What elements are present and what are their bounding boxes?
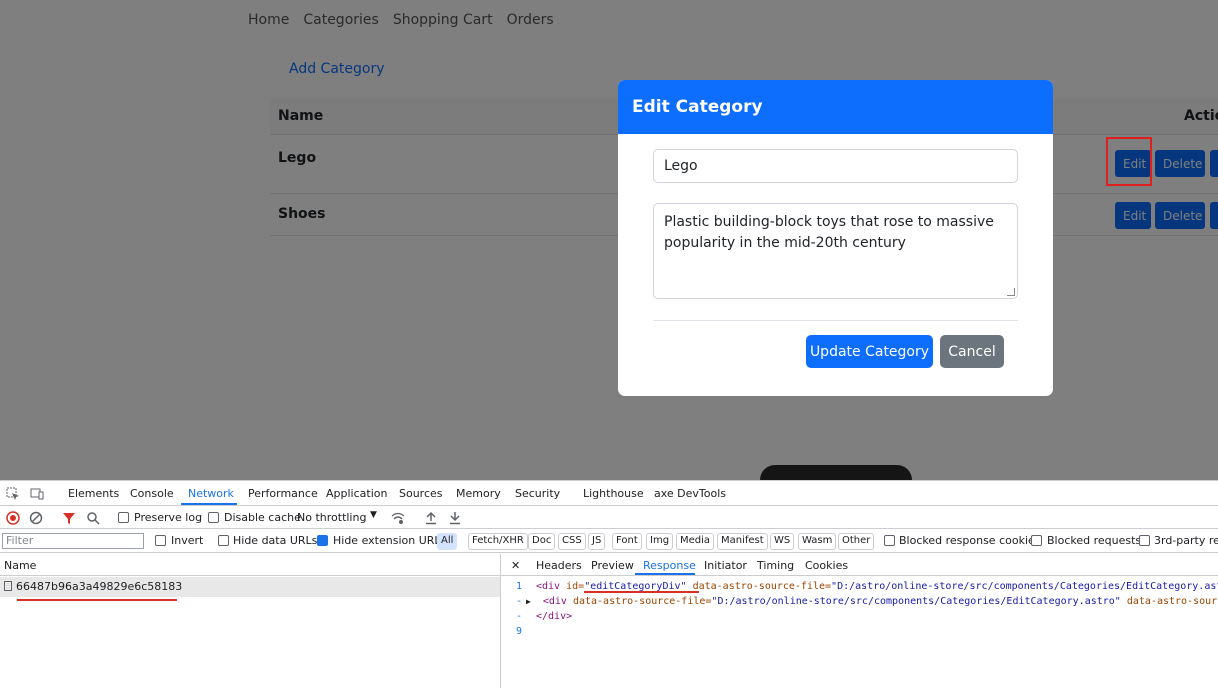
inspect-element-icon[interactable]: [6, 487, 20, 501]
blocked-response-cookies-label: Blocked response cookies: [899, 534, 1041, 547]
third-party-requests-checkbox[interactable]: [1139, 535, 1150, 546]
network-toolbar: Preserve log Disable cache No throttling…: [0, 507, 1218, 529]
blocked-response-cookies-checkbox[interactable]: [884, 535, 895, 546]
update-category-button[interactable]: Update Category: [806, 335, 933, 368]
device-toolbar-icon[interactable]: [30, 487, 44, 501]
import-har-icon[interactable]: [424, 511, 438, 525]
active-tab-indicator: [181, 503, 237, 505]
tab-sources[interactable]: Sources: [399, 487, 443, 500]
line-number: 9: [515, 626, 522, 637]
chip-css[interactable]: CSS: [558, 533, 586, 550]
close-icon[interactable]: ✕: [511, 559, 520, 572]
tab-application[interactable]: Application: [326, 487, 387, 500]
tab-elements[interactable]: Elements: [68, 487, 119, 500]
filter-input[interactable]: Filter: [2, 533, 144, 549]
preserve-log-label: Preserve log: [134, 511, 203, 524]
code-tag: <div: [536, 581, 561, 592]
tab-axe-devtools[interactable]: axe DevTools: [654, 487, 726, 500]
tab-response[interactable]: Response: [643, 559, 696, 572]
export-har-icon[interactable]: [448, 511, 462, 525]
document-icon: [4, 581, 12, 591]
disable-cache-label: Disable cache: [224, 511, 301, 524]
code-line: - ▶ <div data-astro-source-file="D:/astro/…: [502, 594, 1218, 609]
code-line: - </div>: [502, 609, 1218, 624]
tab-initiator[interactable]: Initiator: [704, 559, 747, 572]
invert-checkbox[interactable]: [155, 535, 166, 546]
chip-manifest[interactable]: Manifest: [717, 533, 768, 550]
modal-title: Edit Category: [618, 80, 1053, 134]
chip-media[interactable]: Media: [676, 533, 715, 550]
tab-preview[interactable]: Preview: [591, 559, 634, 572]
throttling-select[interactable]: No throttling: [297, 511, 366, 524]
code-attr: data-astro-sour: [1120, 596, 1218, 607]
hide-data-urls-label: Hide data URLs: [233, 534, 318, 547]
blocked-requests-label: Blocked requests: [1047, 534, 1142, 547]
resize-handle-icon[interactable]: [1007, 288, 1015, 296]
chip-fetch-xhr[interactable]: Fetch/XHR: [468, 533, 528, 550]
code-attr: data-astro-source-file=: [686, 581, 832, 592]
filter-bar: Filter Invert Hide data URLs Hide extens…: [0, 530, 1218, 553]
description-text: Plastic building-block toys that rose to…: [664, 214, 994, 251]
disable-cache-checkbox[interactable]: [208, 512, 219, 523]
request-row[interactable]: 66487b96a3a49829e6c58183: [0, 577, 500, 597]
tab-network[interactable]: Network: [188, 487, 234, 500]
filter-icon[interactable]: [62, 511, 76, 525]
code-line: 9: [502, 624, 1218, 639]
blocked-requests-checkbox[interactable]: [1031, 535, 1042, 546]
code-tag: </div>: [536, 611, 573, 622]
app-page: Home Categories Shopping Cart Orders Add…: [0, 0, 1218, 480]
hide-extension-urls-checkbox[interactable]: [317, 535, 328, 546]
tab-cookies[interactable]: Cookies: [805, 559, 848, 572]
hide-data-urls-checkbox[interactable]: [218, 535, 229, 546]
devtools-tabs: Elements Console Network Performance App…: [0, 481, 1218, 506]
code-tag: <div: [542, 596, 567, 607]
tab-timing[interactable]: Timing: [757, 559, 794, 572]
line-number: -: [515, 611, 522, 622]
cancel-button[interactable]: Cancel: [940, 335, 1004, 368]
network-conditions-icon[interactable]: [391, 511, 405, 525]
active-response-tab-indicator: [635, 573, 695, 575]
chip-ws[interactable]: WS: [770, 533, 795, 550]
tab-lighthouse[interactable]: Lighthouse: [583, 487, 644, 500]
third-party-requests-label: 3rd-party requ: [1154, 534, 1218, 547]
request-name: 66487b96a3a49829e6c58183: [16, 580, 183, 593]
chip-doc[interactable]: Doc: [528, 533, 556, 550]
chip-wasm[interactable]: Wasm: [798, 533, 837, 550]
hide-extension-urls-label: Hide extension URLs: [333, 534, 447, 547]
code-value: "D:/astro/online-store/src/components/Ca…: [831, 581, 1218, 592]
tab-security[interactable]: Security: [515, 487, 560, 500]
code-value: "D:/astro/online-store/src/components/Ca…: [711, 596, 1121, 607]
category-name-input[interactable]: Lego: [653, 149, 1018, 183]
line-number: 1: [515, 581, 522, 592]
modal-divider: [653, 320, 1018, 321]
tab-headers[interactable]: Headers: [536, 559, 582, 572]
tab-performance[interactable]: Performance: [248, 487, 318, 500]
code-attr: data-astro-source-file=: [566, 596, 712, 607]
annotation-underline: [584, 591, 699, 593]
chevron-down-icon[interactable]: ▼: [370, 510, 377, 520]
highlight-box: [1106, 137, 1152, 186]
response-code: 1 <div id="editCategoryDiv" data-astro-so…: [502, 579, 1218, 639]
record-stop-icon[interactable]: [6, 511, 20, 525]
chip-img[interactable]: Img: [646, 533, 674, 550]
chip-js[interactable]: JS: [588, 533, 606, 550]
invert-label: Invert: [171, 534, 204, 547]
devtools-panel: Elements Console Network Performance App…: [0, 480, 1218, 688]
chip-font[interactable]: Font: [612, 533, 642, 550]
chip-other[interactable]: Other: [838, 533, 875, 550]
chip-all[interactable]: All: [437, 533, 458, 550]
edit-category-modal: Edit Category Lego Plastic building-bloc…: [618, 80, 1053, 396]
clear-icon[interactable]: [29, 511, 43, 525]
category-description-textarea[interactable]: Plastic building-block toys that rose to…: [653, 203, 1018, 299]
code-attr: id=: [560, 581, 585, 592]
annotation-underline: [17, 599, 177, 601]
tab-console[interactable]: Console: [130, 487, 174, 500]
request-list-header[interactable]: Name: [0, 554, 500, 576]
tab-memory[interactable]: Memory: [456, 487, 501, 500]
search-icon[interactable]: [86, 511, 100, 525]
response-tabs: ✕ Headers Preview Response Initiator Tim…: [501, 554, 1218, 576]
expand-triangle-icon[interactable]: ▶: [526, 597, 531, 606]
preserve-log-checkbox[interactable]: [118, 512, 129, 523]
